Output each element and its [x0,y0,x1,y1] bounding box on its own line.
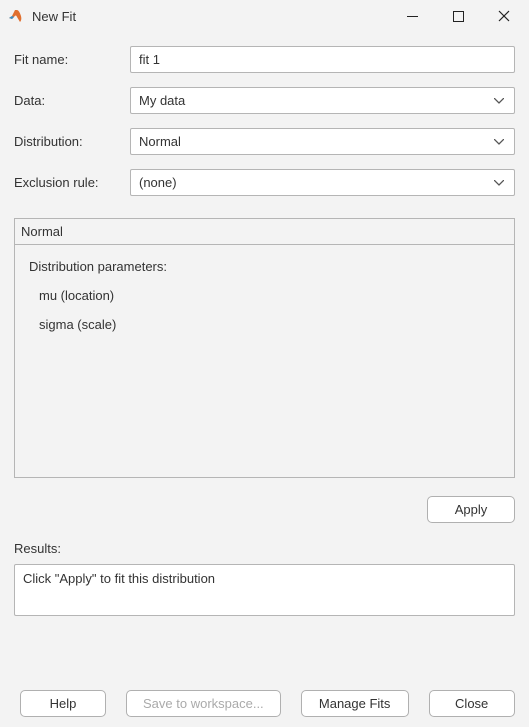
fitname-label: Fit name: [14,52,130,67]
manage-fits-button[interactable]: Manage Fits [301,690,409,717]
fitname-row: Fit name: [14,46,515,73]
results-label: Results: [14,541,515,556]
chevron-down-icon [492,98,506,104]
distribution-panel-title: Normal [15,219,514,245]
chevron-down-icon [492,180,506,186]
param-sigma: sigma (scale) [29,317,500,332]
distribution-dropdown[interactable]: Normal [130,128,515,155]
bottom-button-row: Help Save to workspace... Manage Fits Cl… [14,690,515,717]
maximize-button[interactable] [435,1,481,31]
exclusion-dropdown[interactable]: (none) [130,169,515,196]
window-controls [389,1,527,31]
help-button[interactable]: Help [20,690,106,717]
minimize-button[interactable] [389,1,435,31]
content-area: Fit name: Data: My data Distribution: No… [0,32,529,727]
new-fit-window: New Fit Fit name: Data: My data [0,0,529,727]
exclusion-label: Exclusion rule: [14,175,130,190]
distribution-label: Distribution: [14,134,130,149]
close-window-button[interactable] [481,1,527,31]
distribution-panel-body: Distribution parameters: mu (location) s… [15,245,514,360]
spacer [14,616,515,690]
matlab-logo-icon [8,8,24,24]
data-dropdown-value: My data [139,93,492,108]
apply-row: Apply [14,496,515,523]
data-label: Data: [14,93,130,108]
results-box: Click "Apply" to fit this distribution [14,564,515,616]
chevron-down-icon [492,139,506,145]
exclusion-dropdown-value: (none) [139,175,492,190]
fitname-input[interactable] [130,46,515,73]
distribution-row: Distribution: Normal [14,128,515,155]
close-button[interactable]: Close [429,690,515,717]
titlebar: New Fit [0,0,529,32]
param-mu: mu (location) [29,288,500,303]
apply-button[interactable]: Apply [427,496,515,523]
params-title: Distribution parameters: [29,259,500,274]
distribution-dropdown-value: Normal [139,134,492,149]
window-title: New Fit [32,9,389,24]
data-row: Data: My data [14,87,515,114]
data-dropdown[interactable]: My data [130,87,515,114]
distribution-panel: Normal Distribution parameters: mu (loca… [14,218,515,478]
exclusion-row: Exclusion rule: (none) [14,169,515,196]
save-workspace-button[interactable]: Save to workspace... [126,690,281,717]
